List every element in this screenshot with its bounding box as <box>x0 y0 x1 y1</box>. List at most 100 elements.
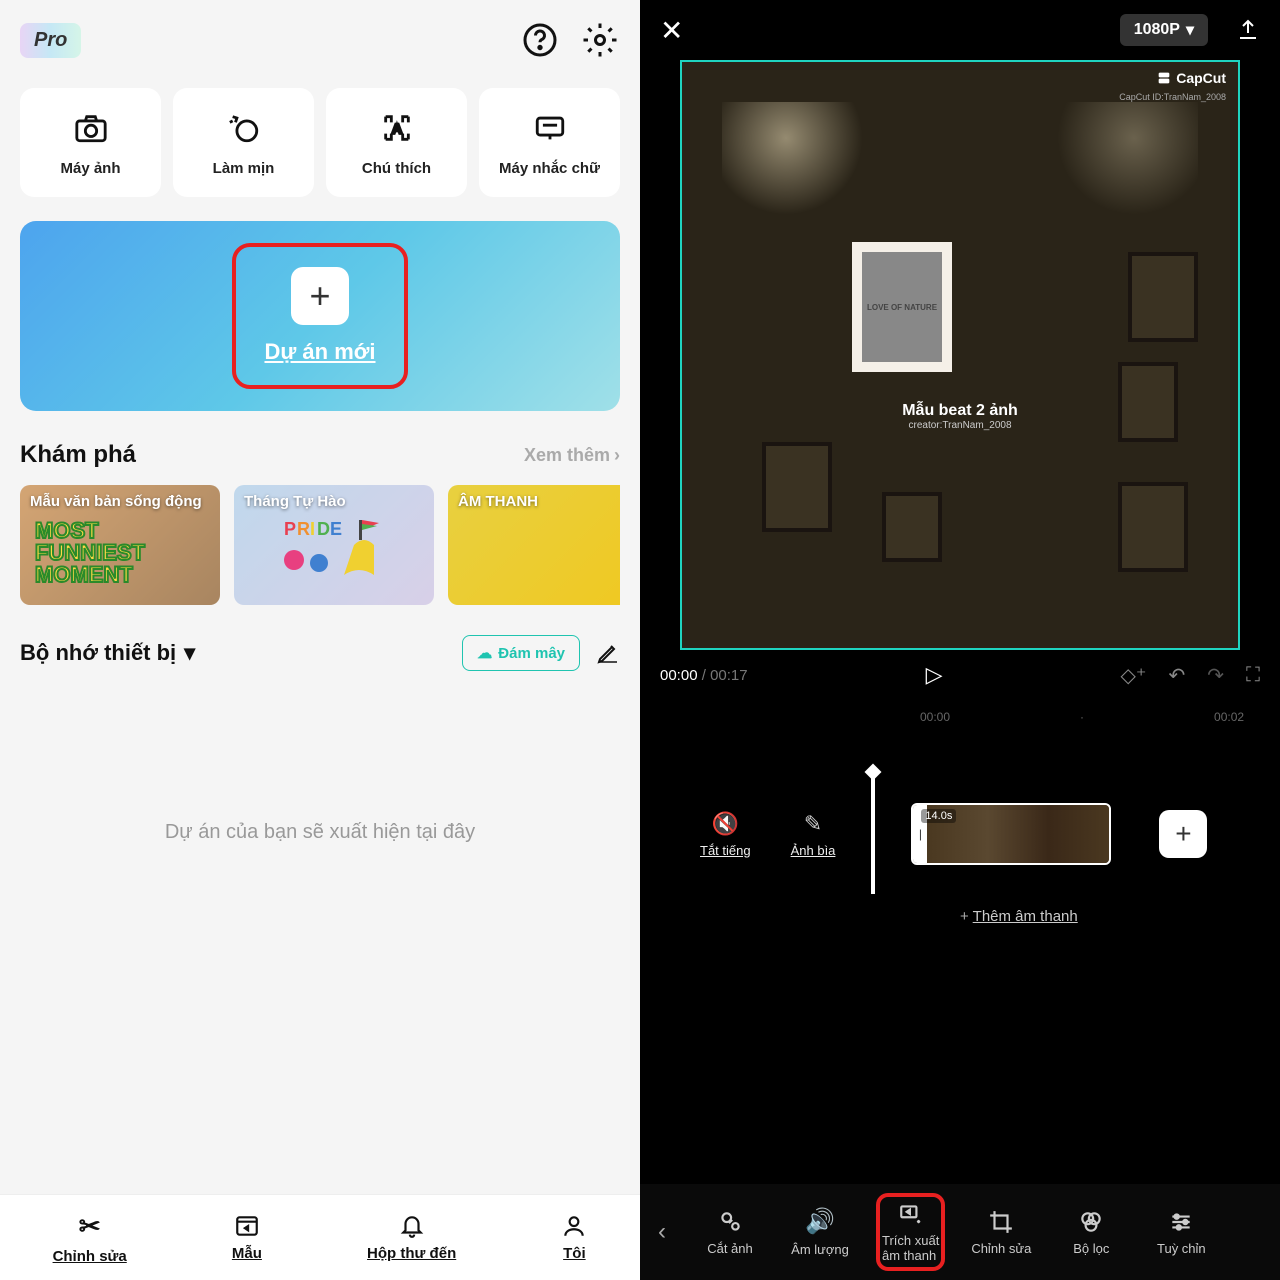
edit-button[interactable]: Chỉnh sửa <box>967 1209 1035 1256</box>
toolbar-label: Chỉnh sửa <box>971 1241 1031 1256</box>
cover-button[interactable]: ✎ Ảnh bìa <box>791 811 836 858</box>
tool-smooth[interactable]: Làm mịn <box>173 88 314 197</box>
bell-icon <box>399 1213 425 1239</box>
svg-text:R: R <box>297 519 310 539</box>
plus-icon: + <box>960 908 969 925</box>
explore-card-title: ÂM THANH <box>458 493 538 510</box>
mute-button[interactable]: 🔇 Tắt tiếng <box>700 811 751 858</box>
tool-label: Máy nhắc chữ <box>499 160 600 177</box>
storage-title-label: Bộ nhớ thiết bị <box>20 640 176 666</box>
playhead[interactable] <box>871 774 875 894</box>
pro-badge[interactable]: Pro <box>20 23 81 58</box>
caption-icon: A <box>377 108 417 148</box>
preview-frame <box>1128 252 1198 342</box>
explore-header: Khám phá Xem thêm › <box>20 441 620 469</box>
explore-card-text-templates[interactable]: Mẫu văn bản sống động MOST FUNNIEST MOME… <box>20 485 220 605</box>
chevron-down-icon: ▾ <box>184 640 195 666</box>
explore-card-title: Tháng Tự Hào <box>244 493 346 510</box>
volume-icon: 🔊 <box>805 1207 835 1236</box>
new-project-card[interactable]: + Dự án mới <box>20 221 620 411</box>
editor-screen: ✕ 1080P ▾ CapCut CapCut ID:TranNam_2008 … <box>640 0 1280 1280</box>
nav-label: Mẫu <box>232 1245 262 1262</box>
editor-toolbar: ‹ Cắt ảnh 🔊 Âm lượng Trích xuấtâm thanh … <box>640 1184 1280 1280</box>
home-screen: Pro Máy ảnh Làm mịn A Chú thích Máy nhắc… <box>0 0 640 1280</box>
empty-state-text: Dự án của bạn sẽ xuất hiện tại đây <box>20 821 620 844</box>
cover-label: Ảnh bìa <box>791 843 836 858</box>
plus-icon: + <box>291 267 349 325</box>
smooth-icon <box>224 108 264 148</box>
settings-icon[interactable] <box>580 20 620 60</box>
preview-graphic <box>722 102 882 222</box>
preview-frame <box>882 492 942 562</box>
export-icon[interactable] <box>1236 18 1260 42</box>
tool-camera[interactable]: Máy ảnh <box>20 88 161 197</box>
tool-label: Máy ảnh <box>60 160 120 177</box>
video-preview[interactable]: CapCut CapCut ID:TranNam_2008 LOVE OF NA… <box>680 60 1240 650</box>
add-clip-button[interactable]: + <box>1159 810 1207 858</box>
see-more-label: Xem thêm <box>524 445 610 466</box>
redo-icon[interactable]: ↷ <box>1207 663 1224 688</box>
teleprompter-icon <box>530 108 570 148</box>
back-button[interactable]: ‹ <box>650 1218 674 1246</box>
nav-edit[interactable]: ✂ Chỉnh sửa <box>53 1211 127 1265</box>
explore-card-title: Mẫu văn bản sống động <box>30 493 202 510</box>
play-button[interactable]: ▷ <box>926 662 943 688</box>
preview-title: Mẫu beat 2 ảnh <box>902 402 1018 420</box>
nav-me[interactable]: Tôi <box>561 1213 587 1262</box>
cloud-button[interactable]: ☁ Đám mây <box>462 635 580 671</box>
crop-button[interactable]: Cắt ảnh <box>696 1209 764 1256</box>
undo-icon[interactable]: ↶ <box>1168 663 1185 688</box>
toolbar-label: Cắt ảnh <box>707 1241 753 1256</box>
preview-graphic <box>1038 102 1198 222</box>
new-project-label: Dự án mới <box>264 339 375 365</box>
explore-title: Khám phá <box>20 441 136 469</box>
preview-creator: creator:TranNam_2008 <box>902 420 1018 431</box>
explore-card-audio[interactable]: ÂM THANH <box>448 485 620 605</box>
close-icon[interactable]: ✕ <box>660 14 683 47</box>
tool-label: Chú thích <box>362 160 431 177</box>
preview-text-overlay: Mẫu beat 2 ảnh creator:TranNam_2008 <box>902 402 1018 431</box>
svg-text:A: A <box>391 122 401 138</box>
fullscreen-icon[interactable]: ⛶ <box>1246 664 1260 687</box>
help-icon[interactable] <box>520 20 560 60</box>
add-audio-label: Thêm âm thanh <box>973 908 1078 925</box>
storage-selector[interactable]: Bộ nhớ thiết bị ▾ <box>20 640 195 666</box>
video-clip[interactable]: | 14.0s <box>911 803 1111 865</box>
card-graphic-text: MOST FUNNIEST MOMENT <box>35 520 145 586</box>
svg-text:E: E <box>330 519 342 539</box>
nav-templates[interactable]: Mẫu <box>232 1213 262 1262</box>
editor-header: ✕ 1080P ▾ <box>640 0 1280 60</box>
tool-teleprompter[interactable]: Máy nhắc chữ <box>479 88 620 197</box>
preview-frame: LOVE OF NATURE <box>852 242 952 372</box>
chevron-right-icon: › <box>614 445 620 466</box>
volume-button[interactable]: 🔊 Âm lượng <box>786 1207 854 1257</box>
crop-tool-icon <box>988 1209 1014 1235</box>
tool-caption[interactable]: A Chú thích <box>326 88 467 197</box>
filter-button[interactable]: Bộ lọc <box>1057 1209 1125 1256</box>
resolution-selector[interactable]: 1080P ▾ <box>1120 14 1208 46</box>
person-icon <box>561 1213 587 1239</box>
tool-label: Làm mịn <box>213 160 275 177</box>
playbar: 00:00 / 00:17 ▷ ◇⁺ ↶ ↷ ⛶ <box>640 650 1280 700</box>
cloud-icon: ☁ <box>477 644 492 662</box>
adjust-button[interactable]: Tuỳ chỉn <box>1147 1209 1215 1256</box>
capcut-id: CapCut ID:TranNam_2008 <box>1119 92 1226 102</box>
nav-label: Hộp thư đến <box>367 1245 456 1262</box>
edit-icon[interactable] <box>596 641 620 665</box>
nav-inbox[interactable]: Hộp thư đến <box>367 1213 456 1262</box>
crop-icon <box>717 1209 743 1235</box>
timeline[interactable]: 00:00 · 00:02 · 00 🔇 Tắt tiếng ✎ Ảnh bìa… <box>640 700 1280 925</box>
explore-card-pride[interactable]: Tháng Tự Hào P R I D E <box>234 485 434 605</box>
add-audio-button[interactable]: + Thêm âm thanh <box>640 894 1280 925</box>
explore-row: Mẫu văn bản sống động MOST FUNNIEST MOME… <box>20 485 620 605</box>
chevron-down-icon: ▾ <box>1186 20 1194 40</box>
see-more-link[interactable]: Xem thêm › <box>524 445 620 466</box>
cloud-label: Đám mây <box>498 645 565 662</box>
new-project-highlight: + Dự án mới <box>232 243 407 389</box>
preview-frame <box>1118 362 1178 442</box>
keyframe-icon[interactable]: ◇⁺ <box>1121 663 1147 688</box>
time-display: 00:00 / 00:17 <box>660 667 748 684</box>
pride-graphic: P R I D E <box>264 505 404 585</box>
extract-audio-button[interactable]: Trích xuấtâm thanh <box>876 1193 945 1271</box>
pencil-icon: ✎ <box>804 811 822 837</box>
